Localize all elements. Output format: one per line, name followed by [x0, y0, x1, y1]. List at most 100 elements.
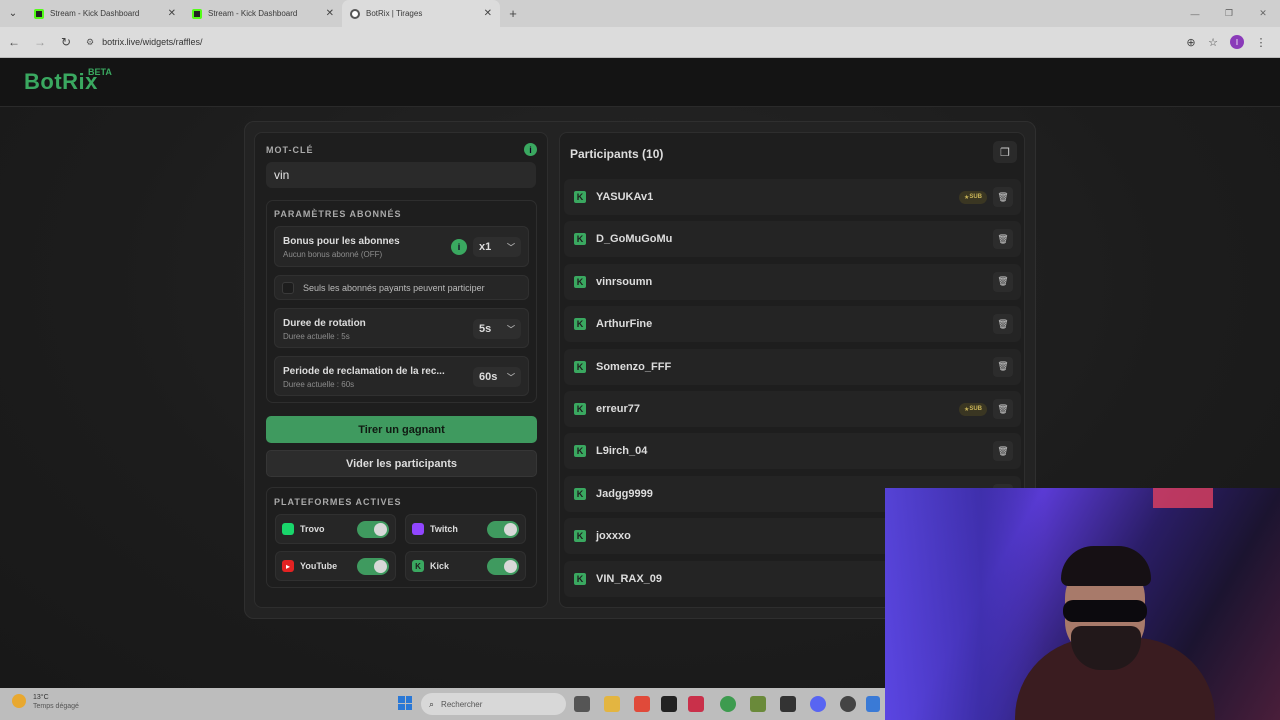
- file-explorer-icon[interactable]: [604, 696, 620, 712]
- rotation-desc: Duree actuelle : 5s: [283, 332, 350, 341]
- obs-icon[interactable]: [840, 696, 856, 712]
- browser-tabbar: ⌄ Stream - Kick Dashboard ✕ Stream - Kic…: [0, 0, 1280, 27]
- menu-kebab-icon[interactable]: ⋮: [1250, 31, 1272, 53]
- kick-icon: K: [574, 360, 586, 373]
- participant-row: K Somenzo_FFF 🗑: [564, 348, 1021, 385]
- screen: ⌄ Stream - Kick Dashboard ✕ Stream - Kic…: [0, 0, 1280, 720]
- participant-name: vinrsoumn: [596, 275, 653, 288]
- kick-favicon-icon: [34, 8, 44, 19]
- chrome-icon[interactable]: [720, 696, 736, 712]
- capcut-icon[interactable]: [780, 696, 796, 712]
- bonus-desc: Aucun bonus abonné (OFF): [283, 250, 383, 259]
- new-tab-plus-icon[interactable]: +: [500, 6, 526, 21]
- copy-icon[interactable]: ❐: [993, 141, 1017, 163]
- twitch-toggle[interactable]: [487, 520, 519, 538]
- clear-participants-button[interactable]: Vider les participants: [266, 450, 537, 477]
- participant-row: K D_GoMuGoMu 🗑: [564, 221, 1021, 258]
- participant-name: YASUKAv1: [596, 191, 654, 203]
- platform-trovo: Trovo: [275, 514, 396, 544]
- bookmark-star-icon[interactable]: ☆: [1202, 31, 1224, 53]
- windows-start-icon[interactable]: [398, 696, 412, 710]
- weather-status: Temps dégagé: [33, 703, 79, 710]
- kick-icon: K: [574, 233, 586, 246]
- address-bar[interactable]: ⚙ botrix.live/widgets/raffles/: [86, 31, 1180, 53]
- toolbar-right-icons: ⊕ ☆ I ⋮: [1180, 31, 1272, 53]
- beta-badge: BETA: [88, 67, 112, 77]
- close-window-icon[interactable]: ✕: [1246, 0, 1280, 27]
- profile-avatar[interactable]: I: [1230, 35, 1244, 49]
- sub-label: SUB: [969, 194, 982, 200]
- weather-temperature: 13°C: [33, 694, 49, 701]
- participant-row: K ArthurFine 🗑: [564, 306, 1021, 343]
- minecraft-icon[interactable]: [750, 696, 766, 712]
- minimize-icon[interactable]: —: [1178, 0, 1212, 27]
- twitch-icon: [412, 523, 424, 535]
- bonus-label: Bonus pour les abonnes: [283, 236, 400, 247]
- keyword-info-icon[interactable]: i: [524, 143, 537, 156]
- browser-tab-kick-2[interactable]: Stream - Kick Dashboard ✕: [184, 0, 342, 27]
- restore-icon[interactable]: ❐: [1212, 0, 1246, 27]
- trash-icon[interactable]: 🗑: [993, 271, 1013, 292]
- rotation-value: 5s: [479, 323, 492, 335]
- discord-icon[interactable]: [810, 696, 826, 712]
- rotation-select[interactable]: 5s ﹀: [473, 319, 521, 339]
- tiktok-icon[interactable]: [661, 696, 677, 712]
- participants-title: Participants (10): [570, 147, 664, 161]
- search-icon: ⌕: [429, 698, 435, 709]
- browser-tab-botrix[interactable]: BotRix | Tirages ✕: [342, 0, 500, 27]
- weather-widget[interactable]: 13°C Temps dégagé: [12, 692, 79, 710]
- paid-only-checkbox[interactable]: [282, 282, 294, 294]
- platforms-title: PLATEFORMES ACTIVES: [274, 497, 402, 507]
- bonus-select[interactable]: x1 ﹀: [473, 237, 521, 257]
- reload-icon[interactable]: ↻: [54, 30, 78, 54]
- paid-only-row[interactable]: Seuls les abonnés payants peuvent partic…: [274, 275, 529, 300]
- app-icon[interactable]: [866, 696, 880, 712]
- trash-icon[interactable]: 🗑: [993, 399, 1013, 419]
- site-settings-icon[interactable]: ⚙: [86, 37, 94, 48]
- trash-icon[interactable]: 🗑: [993, 187, 1013, 207]
- brave-icon[interactable]: [634, 696, 650, 712]
- taskbar-search[interactable]: ⌕ Rechercher: [421, 693, 566, 715]
- platform-name: Trovo: [300, 524, 325, 534]
- platform-name: Kick: [430, 561, 450, 571]
- windows-taskbar: 13°C Temps dégagé ⌕ Rechercher: [0, 688, 885, 720]
- close-tab-icon[interactable]: ✕: [484, 8, 492, 19]
- participant-name: erreur77: [596, 403, 641, 415]
- back-arrow-icon[interactable]: ←: [2, 30, 26, 54]
- keyword-input[interactable]: vin: [266, 162, 536, 188]
- close-tab-icon[interactable]: ✕: [168, 8, 176, 19]
- trovo-toggle[interactable]: [357, 520, 389, 538]
- kick-favicon-icon: [192, 8, 202, 19]
- browser-tab-kick-1[interactable]: Stream - Kick Dashboard ✕: [26, 0, 184, 27]
- trash-icon[interactable]: 🗑: [993, 441, 1013, 462]
- close-tab-icon[interactable]: ✕: [326, 8, 334, 19]
- task-view-icon[interactable]: [574, 696, 590, 712]
- window-controls: — ❐ ✕: [1178, 0, 1280, 27]
- claim-select[interactable]: 60s ﹀: [473, 367, 521, 387]
- botrix-logo[interactable]: BotRix: [24, 69, 98, 95]
- kick-icon: K: [574, 572, 586, 585]
- bonus-info-icon[interactable]: i: [451, 239, 467, 255]
- kick-icon: K: [574, 191, 586, 203]
- draw-winner-button[interactable]: Tirer un gagnant: [266, 416, 537, 443]
- trash-icon[interactable]: 🗑: [993, 356, 1013, 377]
- chevron-down-icon: ﹀: [507, 372, 515, 382]
- participant-row: Kerreur77 ★ SUB 🗑: [564, 391, 1021, 427]
- trash-icon[interactable]: 🗑: [993, 314, 1013, 335]
- forward-arrow-icon[interactable]: →: [28, 30, 52, 54]
- site-header: BotRix BETA: [0, 58, 1280, 107]
- tab-search-chevron-icon[interactable]: ⌄: [0, 0, 26, 27]
- youtube-toggle[interactable]: [357, 557, 389, 575]
- zoom-icon[interactable]: ⊕: [1180, 31, 1202, 53]
- kick-icon: K: [574, 487, 586, 500]
- kick-icon: K: [412, 560, 424, 572]
- kick-toggle[interactable]: [487, 557, 519, 575]
- webcam-person-sunglasses: [1063, 600, 1147, 622]
- chevron-down-icon: ﹀: [507, 324, 515, 334]
- participant-name: ArthurFine: [596, 318, 653, 331]
- trash-icon[interactable]: 🗑: [993, 229, 1013, 250]
- url-text: botrix.live/widgets/raffles/: [102, 37, 203, 47]
- sub-label: SUB: [969, 406, 982, 412]
- weather-sun-icon: [12, 694, 26, 708]
- text-app-icon[interactable]: [688, 696, 704, 712]
